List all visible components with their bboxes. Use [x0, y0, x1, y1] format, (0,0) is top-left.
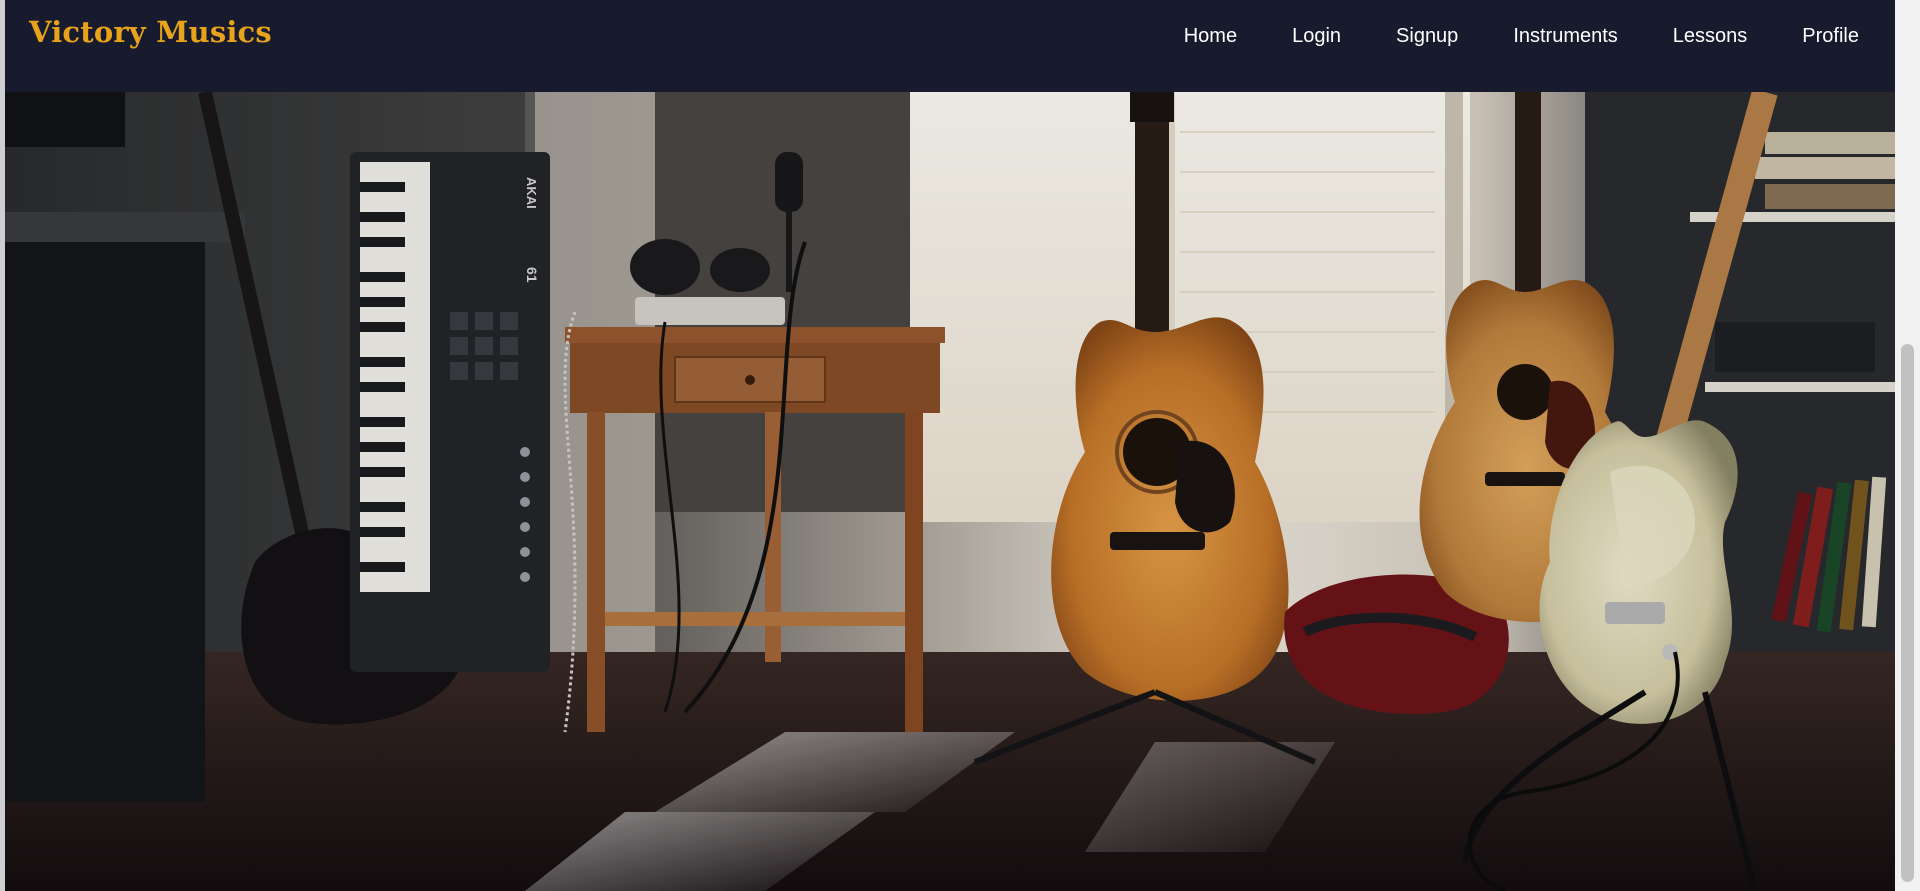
brand-logo[interactable]: Victory Musics — [29, 15, 272, 49]
nav-links: Home Login Signup Instruments Lessons Pr… — [1129, 0, 1859, 72]
top-navbar: Victory Musics Home Login Signup Instrum… — [5, 0, 1895, 92]
hero-image: AKAI 61 — [5, 92, 1895, 891]
nav-link-signup[interactable]: Signup — [1396, 25, 1458, 48]
page: Victory Musics Home Login Signup Instrum… — [0, 0, 1920, 891]
nav-link-home[interactable]: Home — [1184, 25, 1237, 48]
vertical-scrollbar[interactable] — [1895, 0, 1920, 891]
nav-link-lessons[interactable]: Lessons — [1673, 25, 1748, 48]
nav-link-instruments[interactable]: Instruments — [1513, 25, 1617, 48]
music-room-photo: AKAI 61 — [5, 92, 1895, 891]
scrollbar-thumb[interactable] — [1901, 344, 1914, 882]
window-left-edge — [0, 0, 5, 891]
nav-link-login[interactable]: Login — [1292, 25, 1341, 48]
nav-link-profile[interactable]: Profile — [1802, 25, 1859, 48]
